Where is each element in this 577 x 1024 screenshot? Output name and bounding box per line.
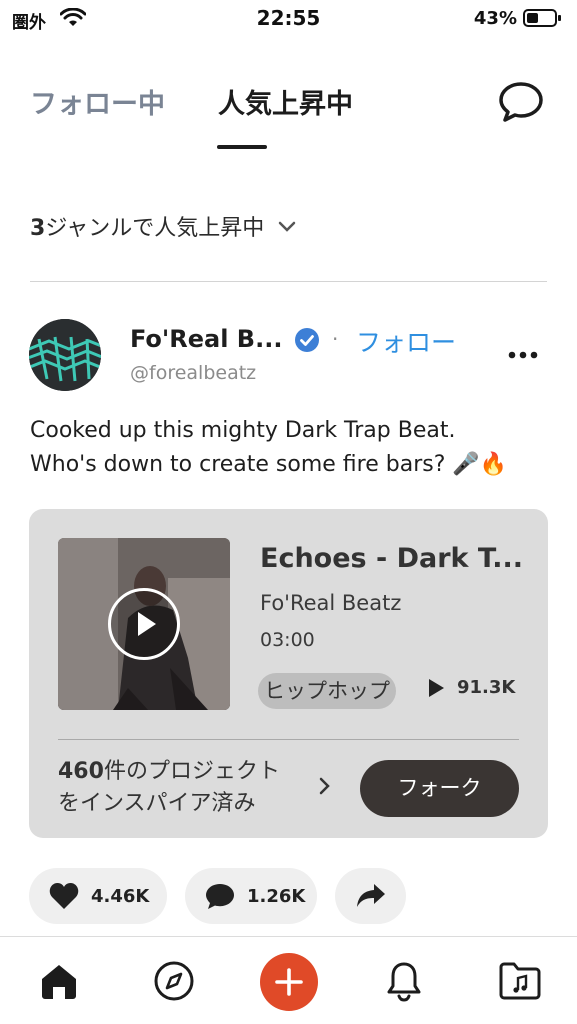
genre-tag[interactable]: ヒップホップ <box>258 673 396 709</box>
card-divider <box>58 739 519 740</box>
post-text: Cooked up this mighty Dark Trap Beat. Wh… <box>30 414 550 482</box>
tab-trending[interactable]: 人気上昇中 <box>218 82 353 121</box>
separator-dot: · <box>332 327 339 351</box>
like-count: 4.46K <box>91 885 150 907</box>
play-button[interactable] <box>108 588 180 660</box>
status-bar: 圏外 22:55 43% <box>0 0 577 40</box>
author-name[interactable]: Fo'Real B... <box>130 325 282 353</box>
comment-count: 1.26K <box>247 885 306 907</box>
feed-header: フォロー中 人気上昇中 <box>0 40 577 180</box>
post-text-line: Who's down to create some fire bars? 🎤🔥 <box>30 452 508 477</box>
battery-percent: 43% <box>473 8 517 29</box>
share-button[interactable] <box>335 868 406 924</box>
more-options-icon[interactable] <box>507 345 539 365</box>
tab-following[interactable]: フォロー中 <box>30 82 165 121</box>
inspired-projects-link[interactable]: 460件のプロジェクト をインスパイア済み <box>58 756 280 820</box>
genre-filter-label: ジャンルで人気上昇中 <box>45 216 265 241</box>
beat-artist: Fo'Real Beatz <box>260 591 402 615</box>
fork-button[interactable]: フォーク <box>360 760 519 817</box>
create-plus-button[interactable] <box>260 953 318 1011</box>
heart-icon <box>49 883 79 909</box>
inspired-label-line2: をインスパイア済み <box>58 791 256 816</box>
beat-title[interactable]: Echoes - Dark T... <box>260 543 523 574</box>
verified-badge-icon <box>294 327 320 357</box>
genre-count: 3 <box>30 216 46 241</box>
comment-icon <box>206 884 234 909</box>
inspired-count: 460 <box>58 759 104 784</box>
beat-cover-image[interactable] <box>58 538 230 710</box>
share-arrow-icon <box>356 884 385 907</box>
compass-icon[interactable] <box>150 957 198 1005</box>
follow-button[interactable]: フォロー <box>356 323 456 359</box>
bottom-nav <box>0 936 577 1024</box>
music-folder-icon[interactable] <box>496 957 544 1005</box>
beat-card[interactable]: Echoes - Dark T... Fo'Real Beatz 03:00 ヒ… <box>29 509 548 838</box>
chat-bubble-icon[interactable] <box>497 78 545 126</box>
author-handle[interactable]: @forealbeatz <box>130 362 256 384</box>
avatar[interactable] <box>29 319 101 391</box>
beat-duration: 03:00 <box>260 629 315 651</box>
play-count-icon <box>429 678 444 697</box>
active-tab-indicator <box>217 145 267 149</box>
inspired-label-line1: 件のプロジェクト <box>103 759 280 784</box>
play-count-value: 91.3K <box>457 677 516 698</box>
bell-icon[interactable] <box>380 957 428 1005</box>
comment-button[interactable]: 1.26K <box>185 868 317 924</box>
chevron-right-icon <box>319 777 331 799</box>
post-text-line: Cooked up this mighty Dark Trap Beat. <box>30 418 456 443</box>
home-icon[interactable] <box>35 957 83 1005</box>
play-count: 91.3K <box>427 677 515 698</box>
divider <box>30 281 547 282</box>
chevron-down-icon <box>278 214 296 239</box>
battery-icon <box>523 9 561 27</box>
like-button[interactable]: 4.46K <box>29 868 167 924</box>
genre-filter-dropdown[interactable]: 3ジャンルで人気上昇中 <box>30 210 296 242</box>
